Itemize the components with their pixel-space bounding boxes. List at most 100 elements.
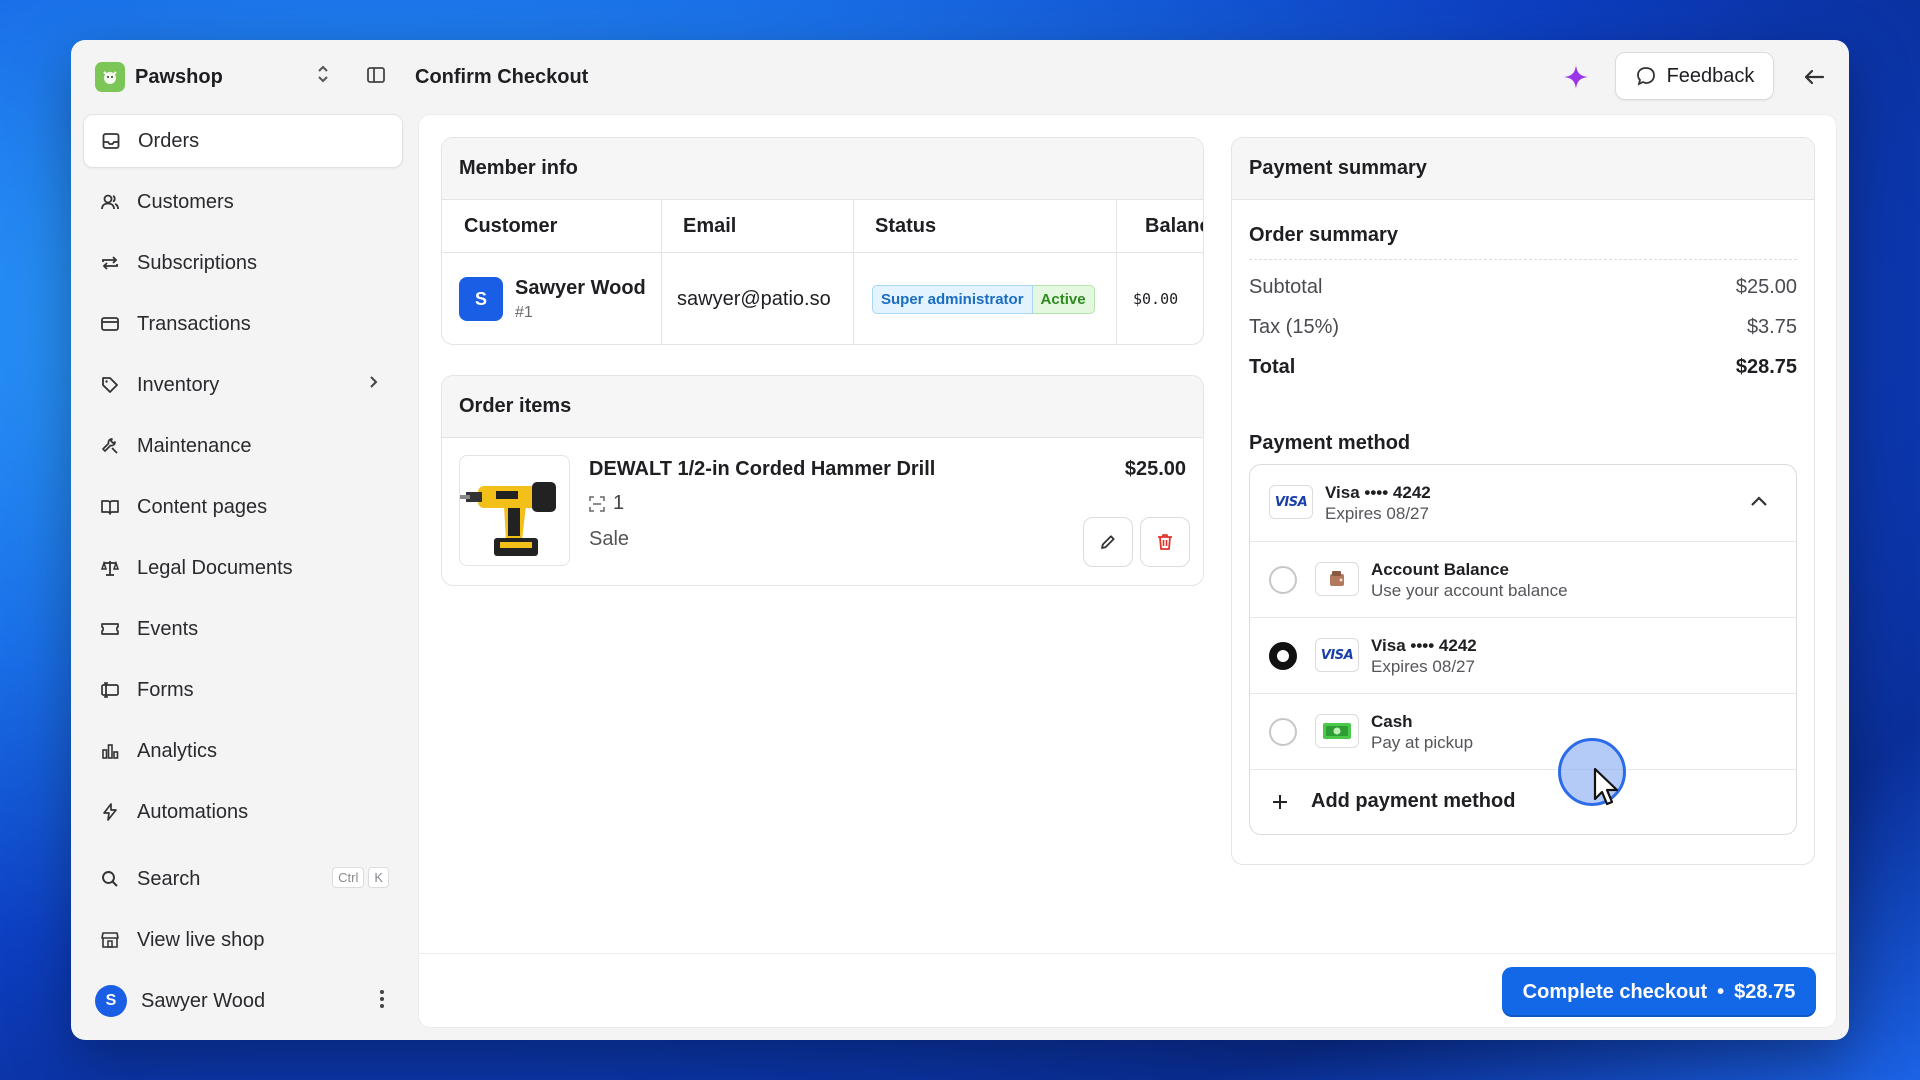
inbox-icon <box>100 130 122 152</box>
visa-icon: VISA <box>1269 485 1313 519</box>
payment-method-dropdown[interactable]: VISA Visa •••• 4242 Expires 08/27 <box>1250 465 1796 541</box>
page-title: Confirm Checkout <box>415 66 589 88</box>
checkout-separator: • <box>1717 980 1725 1003</box>
add-payment-method-button[interactable]: Add payment method <box>1250 769 1796 834</box>
payment-option-cash[interactable]: Cash Pay at pickup <box>1250 693 1796 769</box>
avatar: S <box>95 985 127 1017</box>
user-name: Sawyer Wood <box>141 989 266 1012</box>
sidebar-item-search[interactable]: Search Ctrl K <box>83 852 403 906</box>
sidebar-item-label: Maintenance <box>137 434 252 457</box>
credit-card-icon <box>99 313 121 335</box>
checkout-label: Complete checkout <box>1522 980 1708 1003</box>
sidebar-item-forms[interactable]: Forms <box>83 663 403 717</box>
edit-item-button[interactable] <box>1083 517 1133 567</box>
sidebar-item-legal-documents[interactable]: Legal Documents <box>83 541 403 595</box>
radio-account-balance[interactable] <box>1269 566 1297 594</box>
sidebar-item-subscriptions[interactable]: Subscriptions <box>83 236 403 290</box>
role-badge: Super administrator <box>872 284 1033 314</box>
plus-icon <box>1270 792 1290 817</box>
option-sub: Expires 08/27 <box>1371 657 1475 676</box>
ticket-icon <box>99 618 121 640</box>
top-bar: Pawshop Confirm Checkout Feedback <box>71 40 1849 114</box>
sidebar-toggle-icon[interactable] <box>365 64 389 88</box>
sidebar-item-events[interactable]: Events <box>83 602 403 656</box>
table-row-customer[interactable]: S Sawyer Wood #1 <box>459 252 646 344</box>
tax-row: Tax (15%) $3.75 <box>1249 316 1797 339</box>
column-header-status: Status <box>875 214 937 237</box>
complete-checkout-button[interactable]: Complete checkout • $28.75 <box>1502 967 1816 1017</box>
sidebar-item-inventory[interactable]: Inventory <box>83 358 403 412</box>
workspace-switcher-icon[interactable] <box>311 64 335 88</box>
column-header-customer: Customer <box>464 214 558 237</box>
sidebar-item-orders[interactable]: Orders <box>83 114 403 168</box>
view-live-shop-label: View live shop <box>137 928 265 951</box>
payment-option-visa[interactable]: VISA Visa •••• 4242 Expires 08/27 <box>1250 617 1796 693</box>
mouse-cursor-icon <box>1591 766 1625 810</box>
sidebar-item-label: Transactions <box>137 312 251 335</box>
total-row: Total $28.75 <box>1249 356 1797 379</box>
wallet-icon <box>1315 562 1359 596</box>
bar-chart-icon <box>99 740 121 762</box>
option-sub: Use your account balance <box>1371 581 1568 600</box>
sidebar: Orders Customers Subscriptions Transacti… <box>83 114 403 1040</box>
tax-value: $3.75 <box>1746 316 1797 338</box>
sidebar-item-analytics[interactable]: Analytics <box>83 724 403 778</box>
subtotal-label: Subtotal <box>1249 276 1323 298</box>
brand[interactable]: Pawshop <box>95 62 223 92</box>
option-sub: Pay at pickup <box>1371 733 1474 752</box>
customer-id: #1 <box>515 303 533 321</box>
ai-sparkle-icon[interactable] <box>1561 62 1591 92</box>
radio-cash[interactable] <box>1269 718 1297 746</box>
radio-visa[interactable] <box>1269 642 1297 670</box>
sidebar-item-label: Events <box>137 617 199 640</box>
keyboard-shortcut: Ctrl K <box>332 867 389 888</box>
scan-quantity-icon <box>589 495 605 512</box>
user-menu[interactable]: S Sawyer Wood <box>83 974 403 1028</box>
feedback-label: Feedback <box>1666 64 1755 87</box>
sidebar-item-label: Subscriptions <box>137 251 258 274</box>
product-quantity: 1 <box>589 492 624 515</box>
product-name: DEWALT 1/2-in Corded Hammer Drill <box>589 458 936 480</box>
app-window: Pawshop Confirm Checkout Feedback Orders… <box>71 40 1849 1040</box>
sidebar-item-content-pages[interactable]: Content pages <box>83 480 403 534</box>
status-badges: Super administrator Active <box>872 252 1095 344</box>
subtotal-value: $25.00 <box>1735 276 1797 298</box>
feedback-button[interactable]: Feedback <box>1615 52 1774 100</box>
delete-item-button[interactable] <box>1140 517 1190 567</box>
sidebar-item-customers[interactable]: Customers <box>83 175 403 229</box>
scale-icon <box>99 557 121 579</box>
sidebar-item-transactions[interactable]: Transactions <box>83 297 403 351</box>
more-vertical-icon[interactable] <box>379 988 385 1016</box>
chat-bubble-icon <box>1636 67 1655 86</box>
pawshop-logo-icon <box>95 62 125 92</box>
kbd-k: K <box>368 867 389 888</box>
order-item-row: DEWALT 1/2-in Corded Hammer Drill 1 Sale… <box>442 438 1203 585</box>
option-title: Cash <box>1371 712 1413 731</box>
back-arrow-icon[interactable] <box>1799 62 1829 92</box>
subtotal-row: Subtotal $25.00 <box>1249 276 1797 299</box>
product-image-drill-icon <box>459 455 570 566</box>
member-info-title: Member info <box>442 138 1203 200</box>
sidebar-item-automations[interactable]: Automations <box>83 785 403 839</box>
wrench-icon <box>99 435 121 457</box>
sidebar-item-label: Content pages <box>137 495 268 518</box>
visa-icon: VISA <box>1315 638 1359 672</box>
order-items-card: Order items DEWALT 1/2-in Corded Hammer … <box>441 375 1204 586</box>
avatar: S <box>459 277 503 321</box>
sidebar-item-label: Analytics <box>137 739 218 762</box>
sidebar-item-maintenance[interactable]: Maintenance <box>83 419 403 473</box>
payment-option-account-balance[interactable]: Account Balance Use your account balance <box>1250 541 1796 617</box>
customer-email: sawyer@patio.so <box>677 287 831 310</box>
trash-icon <box>1158 534 1172 550</box>
tax-label: Tax (15%) <box>1249 316 1340 338</box>
main-content: Member info Customer Email Status Balanc… <box>418 114 1837 1028</box>
option-title: Account Balance <box>1371 560 1509 579</box>
view-live-shop-link[interactable]: View live shop <box>83 913 403 967</box>
column-header-balance: Balanc <box>1145 214 1203 237</box>
sidebar-item-label: Legal Documents <box>137 556 293 579</box>
customer-balance: $0.00 <box>1133 290 1179 308</box>
quantity-value: 1 <box>613 492 625 514</box>
repeat-icon <box>99 252 121 274</box>
users-icon <box>99 191 121 213</box>
sidebar-item-label: Customers <box>137 190 234 213</box>
